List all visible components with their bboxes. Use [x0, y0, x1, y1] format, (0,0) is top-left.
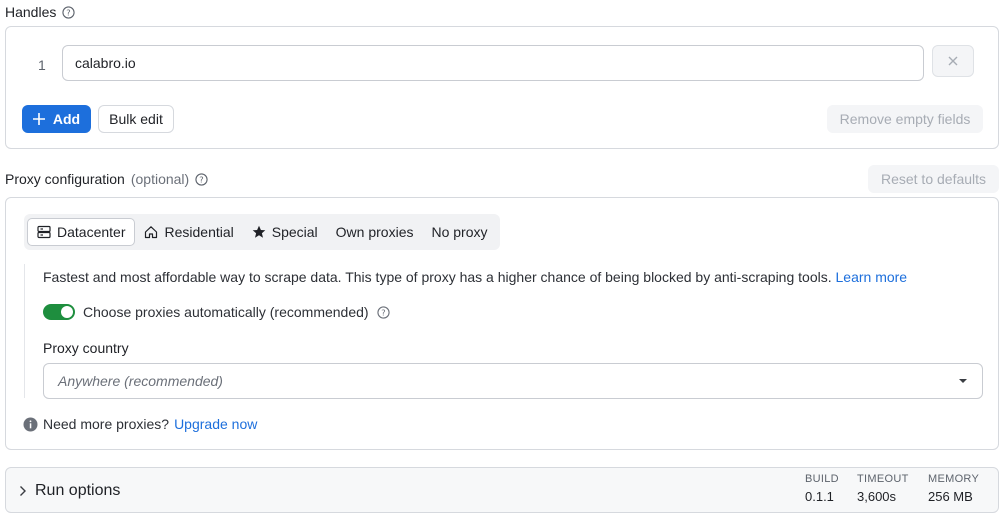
add-button[interactable]: Add [22, 105, 91, 133]
proxy-description: Fastest and most affordable way to scrap… [43, 269, 988, 285]
toggle-knob [61, 306, 73, 318]
proxy-optional: (optional) [130, 171, 190, 187]
help-icon[interactable]: ? [376, 305, 390, 319]
handles-header: Handles ? [5, 3, 76, 21]
stat-timeout-label: TIMEOUT [857, 473, 909, 485]
tab-special-label: Special [271, 224, 318, 240]
need-more-text: Need more proxies? [43, 416, 170, 432]
home-icon [145, 226, 158, 239]
remove-handle-button[interactable] [932, 45, 974, 77]
stat-memory: MEMORY 256 MB [928, 473, 979, 504]
add-button-label: Add [52, 111, 81, 127]
learn-more-link[interactable]: Learn more [836, 269, 908, 285]
tab-no-proxy[interactable]: No proxy [422, 218, 496, 246]
stat-memory-value: 256 MB [928, 489, 973, 504]
bulk-edit-button[interactable]: Bulk edit [98, 105, 174, 133]
chevron-right-icon [20, 486, 26, 496]
proxy-country-value: Anywhere (recommended) [58, 373, 223, 389]
help-icon[interactable]: ? [62, 5, 76, 19]
run-options-panel[interactable]: Run options BUILD 0.1.1 TIMEOUT 3,600s M… [5, 467, 999, 513]
proxy-tabs: Datacenter Residential Special Own proxi… [24, 214, 500, 250]
need-more-row: Need more proxies? Upgrade now [23, 416, 257, 432]
server-icon [37, 225, 51, 239]
reset-label: Reset to defaults [880, 171, 987, 187]
auto-proxy-label: Choose proxies automatically (recommende… [83, 304, 369, 320]
svg-text:?: ? [381, 307, 385, 317]
proxy-country-select[interactable]: Anywhere (recommended) [43, 363, 983, 399]
info-icon [23, 417, 38, 431]
handle-index: 1 [38, 57, 46, 73]
handle-input-value: calabro.io [75, 55, 136, 71]
tab-own-proxies[interactable]: Own proxies [327, 218, 423, 246]
tab-datacenter[interactable]: Datacenter [27, 218, 136, 246]
stat-memory-label: MEMORY [928, 473, 980, 485]
proxy-title: Proxy configuration [5, 171, 125, 187]
reset-to-defaults-button[interactable]: Reset to defaults [868, 165, 999, 193]
stat-timeout-value: 3,600s [857, 489, 897, 504]
tab-no-proxy-label: No proxy [431, 224, 488, 240]
star-icon [252, 225, 266, 238]
handles-title: Handles [5, 4, 57, 20]
proxy-country-label: Proxy country [43, 340, 129, 356]
tab-own-proxies-label: Own proxies [335, 224, 414, 240]
bulk-edit-label: Bulk edit [109, 111, 163, 127]
run-options-title: Run options [35, 482, 121, 499]
remove-empty-fields-button[interactable]: Remove empty fields [827, 105, 983, 133]
svg-text:?: ? [67, 7, 71, 17]
stat-build-value: 0.1.1 [805, 489, 834, 504]
stat-timeout: TIMEOUT 3,600s [857, 473, 909, 504]
remove-empty-label: Remove empty fields [839, 111, 971, 127]
proxy-description-text: Fastest and most affordable way to scrap… [43, 269, 832, 285]
handle-input[interactable]: calabro.io [62, 45, 924, 81]
tab-content-divider [24, 264, 25, 398]
tab-residential[interactable]: Residential [135, 218, 242, 246]
stat-build: BUILD 0.1.1 [805, 473, 839, 504]
tab-residential-label: Residential [164, 224, 234, 240]
auto-proxy-row: Choose proxies automatically (recommende… [43, 304, 390, 320]
proxy-header: Proxy configuration (optional) ? [5, 170, 208, 188]
plus-icon [32, 113, 45, 125]
tab-datacenter-label: Datacenter [57, 224, 126, 240]
close-icon [948, 56, 958, 66]
svg-text:?: ? [200, 174, 204, 184]
caret-down-icon [959, 379, 967, 383]
stat-build-label: BUILD [805, 473, 839, 485]
handles-panel: 1 calabro.io Add Bulk edit Remove empty … [5, 26, 999, 149]
proxy-panel: Datacenter Residential Special Own proxi… [5, 197, 999, 450]
help-icon[interactable]: ? [195, 172, 208, 186]
auto-proxy-toggle[interactable] [43, 304, 75, 320]
upgrade-now-link[interactable]: Upgrade now [174, 416, 257, 432]
tab-special[interactable]: Special [243, 218, 327, 246]
